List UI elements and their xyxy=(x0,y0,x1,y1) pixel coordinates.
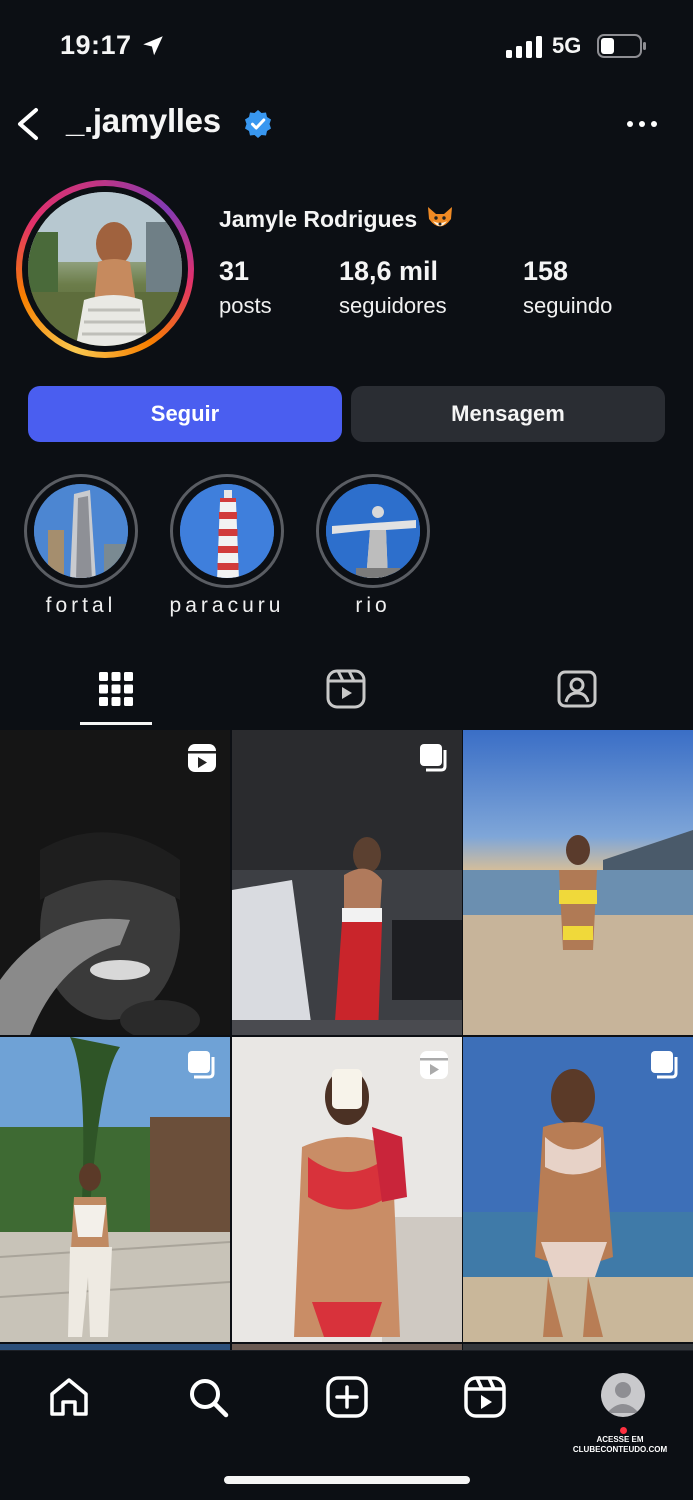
highlight-cover xyxy=(326,484,420,578)
follow-button[interactable]: Seguir xyxy=(28,386,342,442)
highlight-cover xyxy=(34,484,128,578)
location-arrow-icon xyxy=(143,36,163,56)
highlight-paracuru[interactable]: paracuru xyxy=(169,474,285,617)
stat-followers[interactable]: 18,6 mil seguidores xyxy=(339,256,447,319)
post-thumbnail[interactable] xyxy=(0,730,230,1035)
post-thumbnail[interactable] xyxy=(463,730,693,1035)
highlight-rio[interactable]: rio xyxy=(315,474,431,617)
highlight-fortal[interactable]: fortal xyxy=(23,474,139,617)
battery-icon xyxy=(597,34,646,58)
profile-nav-avatar[interactable] xyxy=(601,1373,645,1417)
back-arrow-icon[interactable] xyxy=(12,104,44,144)
tagged-icon[interactable] xyxy=(556,668,598,710)
home-icon[interactable] xyxy=(47,1375,91,1419)
verified-badge-icon xyxy=(245,110,271,138)
post-thumbnail[interactable] xyxy=(0,1037,230,1342)
post-thumbnail[interactable] xyxy=(463,1037,693,1342)
reels-icon[interactable] xyxy=(463,1375,507,1419)
post-thumbnail[interactable] xyxy=(232,730,462,1035)
carousel-badge-icon xyxy=(651,1051,678,1079)
profile-avatar xyxy=(28,192,182,346)
carousel-badge-icon xyxy=(188,1051,215,1079)
cellular-signal-icon xyxy=(506,36,542,58)
stat-following[interactable]: 158 seguindo xyxy=(523,256,612,319)
reels-tab-icon[interactable] xyxy=(325,668,367,710)
search-icon[interactable] xyxy=(186,1375,230,1419)
notification-dot xyxy=(620,1427,627,1434)
message-button[interactable]: Mensagem xyxy=(351,386,665,442)
stat-posts[interactable]: 31 posts xyxy=(219,256,272,319)
home-indicator xyxy=(224,1476,470,1484)
carousel-badge-icon xyxy=(420,744,447,772)
reel-badge-icon xyxy=(420,1051,448,1079)
highlight-label: rio xyxy=(355,594,391,617)
status-bar: 19:17 5G xyxy=(0,0,693,92)
create-post-icon[interactable] xyxy=(325,1375,369,1419)
profile-tabs xyxy=(0,660,693,730)
bottom-navigation: ACESSE EM CLUBECONTEUDO.COM xyxy=(0,1350,693,1500)
fox-emoji-icon xyxy=(428,207,453,227)
network-type: 5G xyxy=(552,33,582,58)
story-ring[interactable] xyxy=(16,180,194,358)
status-time: 19:17 xyxy=(60,30,132,60)
watermark: ACESSE EM CLUBECONTEUDO.COM xyxy=(572,1435,668,1454)
profile-header: _.jamylles xyxy=(0,92,693,162)
grid-icon[interactable] xyxy=(95,668,137,710)
profile-username: _.jamylles xyxy=(66,102,221,139)
highlight-cover xyxy=(180,484,274,578)
active-tab-indicator xyxy=(80,722,152,725)
reel-badge-icon xyxy=(188,744,216,772)
post-thumbnail[interactable] xyxy=(232,1037,462,1342)
more-options-icon[interactable] xyxy=(622,112,662,136)
profile-full-name: Jamyle Rodrigues xyxy=(219,204,455,234)
